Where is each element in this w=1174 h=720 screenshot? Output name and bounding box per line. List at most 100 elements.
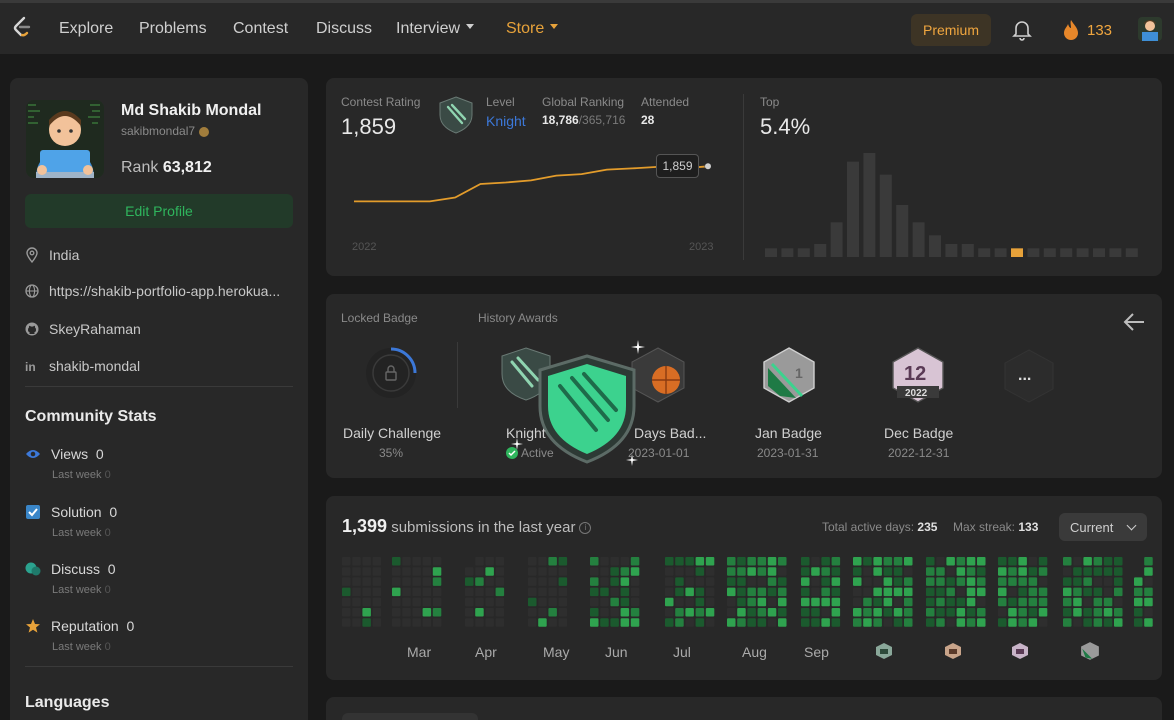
linkedin-row[interactable]: in shakib-mondal <box>25 358 140 374</box>
heatmap-cell <box>747 557 756 566</box>
nav-store[interactable]: Store <box>506 20 559 38</box>
website-link[interactable]: https://shakib-portfolio-app.herokua... <box>49 283 280 299</box>
month-label: May <box>543 644 570 660</box>
premium-button[interactable]: Premium <box>911 14 991 46</box>
distribution-bar <box>847 161 859 257</box>
user-display-name: Md Shakib Mondal <box>121 102 262 119</box>
heatmap-cell <box>1114 618 1123 627</box>
heatmap-cell <box>1063 618 1072 627</box>
jan-badge-icon[interactable]: 1 <box>762 346 816 404</box>
heatmap-cell <box>362 608 371 617</box>
monthly-badge-icon[interactable] <box>875 642 893 660</box>
heatmap-cell <box>966 608 976 617</box>
daily-challenge-badge-icon[interactable] <box>364 346 418 400</box>
heatmap-cell <box>956 597 966 607</box>
monthly-badge-icon[interactable] <box>944 642 962 660</box>
heatmap-cell <box>946 597 955 607</box>
heatmap-cell <box>883 618 893 627</box>
month-label: Sep <box>804 644 829 660</box>
dec-badge-year: 2022 <box>905 388 928 399</box>
bell-icon[interactable] <box>1012 19 1032 41</box>
badge-mini-icon <box>199 126 210 137</box>
heatmap-cell <box>747 597 756 607</box>
dec-badge-date: 2022-12-31 <box>888 446 950 460</box>
heatmap-cell <box>977 587 986 597</box>
nav-discuss[interactable]: Discuss <box>316 20 372 38</box>
heatmap-cell <box>422 567 432 576</box>
heatmap-cell <box>1103 577 1113 586</box>
heatmap-cell <box>883 567 893 576</box>
more-badges-icon[interactable]: ... <box>1003 348 1055 404</box>
heatmap-cell <box>630 618 640 627</box>
heatmap-cell <box>630 557 640 566</box>
heatmap-cell <box>1083 597 1092 607</box>
user-avatar-icon[interactable] <box>1138 17 1162 41</box>
website-row[interactable]: https://shakib-portfolio-app.herokua... <box>25 283 280 299</box>
heatmap-cell <box>998 567 1007 576</box>
heatmap-cell <box>727 597 736 607</box>
heatmap-cell <box>392 557 401 566</box>
heatmap-cell <box>465 587 474 597</box>
heatmap-cell <box>465 567 474 576</box>
distribution-bar <box>1011 248 1023 257</box>
heatmap-cell <box>630 567 640 576</box>
heatmap-cell <box>893 597 903 607</box>
dec-badge-icon[interactable]: 12 2022 <box>891 346 945 404</box>
heatmap-cell <box>665 618 674 627</box>
arrow-left-icon[interactable] <box>1123 312 1145 332</box>
heatmap-cell <box>485 608 494 617</box>
heatmap-cell <box>811 608 820 617</box>
heatmap-cell <box>392 567 401 576</box>
days-badge-icon[interactable] <box>630 346 686 404</box>
nav-explore[interactable]: Explore <box>59 20 113 38</box>
heatmap-cell <box>757 567 767 576</box>
heatmap-cell <box>821 597 830 607</box>
daily-challenge-name: Daily Challenge <box>343 425 442 441</box>
tab-placeholder[interactable] <box>342 713 478 720</box>
heatmap-cell <box>528 597 537 607</box>
github-link[interactable]: SkeyRahaman <box>49 321 141 337</box>
nav-contest[interactable]: Contest <box>233 20 288 38</box>
distribution-bar <box>1060 248 1073 257</box>
dec-badge-number: 12 <box>904 363 926 385</box>
distribution-bar <box>1076 248 1089 257</box>
heatmap-cell <box>863 577 872 586</box>
streak-count[interactable]: 133 <box>1087 22 1112 39</box>
nav-problems[interactable]: Problems <box>139 20 207 38</box>
monthly-badge-icon[interactable] <box>1080 641 1100 661</box>
heatmap-cell <box>1103 587 1113 597</box>
heatmap-cell <box>600 577 609 586</box>
nav-interview-label: Interview <box>396 20 461 37</box>
leetcode-logo-icon[interactable] <box>10 15 34 39</box>
heatmap-cell <box>873 618 882 627</box>
monthly-badge-icon[interactable] <box>1011 642 1029 660</box>
distribution-bar <box>978 248 991 257</box>
fire-icon[interactable] <box>1062 19 1080 41</box>
heatmap-cell <box>821 557 830 566</box>
heatmap-cell <box>821 618 830 627</box>
heatmap-cell <box>695 567 705 576</box>
heatmap-cell <box>695 597 705 607</box>
github-row[interactable]: SkeyRahaman <box>25 321 141 337</box>
globe-icon <box>25 284 39 298</box>
nav-interview[interactable]: Interview <box>396 20 475 38</box>
heatmap-cell <box>695 577 705 586</box>
heatmap-cell <box>863 608 872 617</box>
heatmap-cell <box>620 567 630 576</box>
knight-status-text: Active <box>521 446 554 460</box>
heatmap-cell <box>528 577 537 586</box>
heatmap-cell <box>977 608 986 617</box>
heatmap-cell <box>1114 567 1123 576</box>
heatmap-cell <box>465 577 474 586</box>
heatmap-cell <box>1008 608 1017 617</box>
heatmap-cell <box>558 618 568 627</box>
heatmap-cell <box>1093 597 1103 607</box>
edit-profile-button[interactable]: Edit Profile <box>25 194 293 228</box>
heatmap-cell <box>675 618 684 627</box>
heatmap-cell <box>767 597 777 607</box>
linkedin-link[interactable]: shakib-mondal <box>49 358 140 374</box>
heatmap-cell <box>1028 618 1038 627</box>
heatmap-cell <box>362 567 371 576</box>
heatmap-cell <box>402 608 411 617</box>
heatmap-cell <box>485 567 494 576</box>
